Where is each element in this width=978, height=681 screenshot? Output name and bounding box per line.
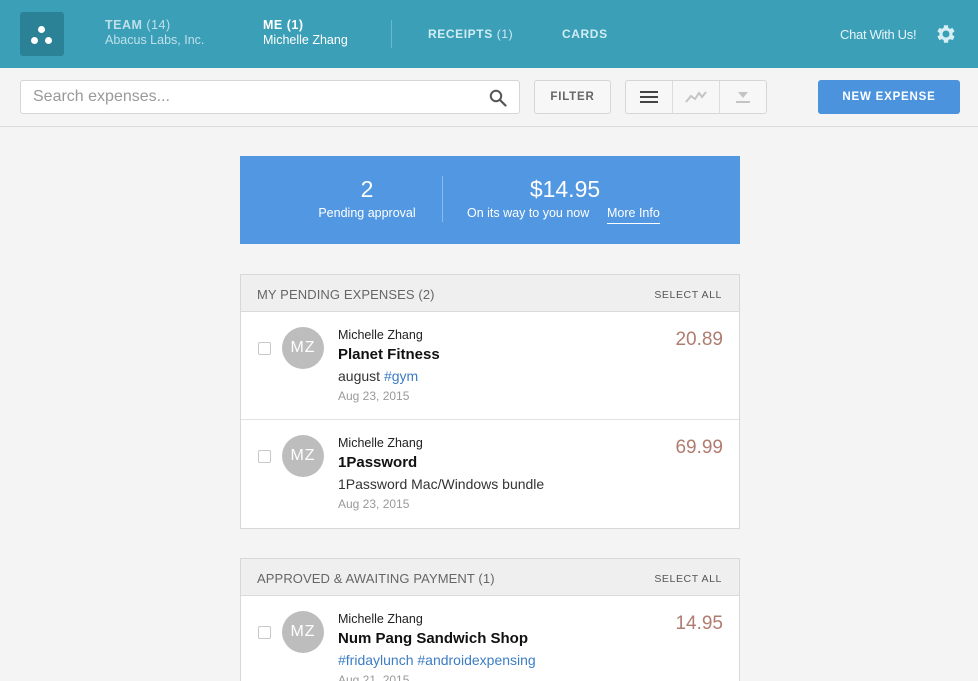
nav-team[interactable]: TEAM (14) Abacus Labs, Inc. xyxy=(105,18,204,48)
select-all-button[interactable]: SELECT ALL xyxy=(654,573,722,585)
list-view-icon xyxy=(640,91,658,103)
avatar: MZ xyxy=(282,611,324,653)
pending-label: Pending approval xyxy=(318,206,416,220)
nav-team-org: Abacus Labs, Inc. xyxy=(105,33,205,47)
section-header: MY PENDING EXPENSES (2) SELECT ALL xyxy=(241,275,739,312)
nav-team-label: TEAM xyxy=(105,18,143,32)
description-text: 1Password Mac/Windows bundle xyxy=(338,476,545,492)
reimbursement-label: On its way to you now xyxy=(467,206,590,220)
expense-description: 1Password Mac/Windows bundle xyxy=(338,476,544,492)
nav-me[interactable]: ME (1) Michelle Zhang xyxy=(263,18,348,48)
hashtag-link[interactable]: #fridaylunch #androidexpensing xyxy=(338,652,536,668)
pending-expenses-section: MY PENDING EXPENSES (2) SELECT ALL MZ Mi… xyxy=(240,274,740,529)
chat-with-us-link[interactable]: Chat With Us! xyxy=(840,27,917,42)
expense-amount: 14.95 xyxy=(675,613,723,634)
more-info-link[interactable]: More Info xyxy=(607,206,660,224)
expense-description: #fridaylunch #androidexpensing xyxy=(338,652,536,668)
submitter-name: Michelle Zhang xyxy=(338,436,423,450)
search-box xyxy=(20,80,520,114)
section-title: MY PENDING EXPENSES (2) xyxy=(257,287,435,302)
search-input[interactable] xyxy=(21,81,481,113)
toolbar: FILTER NEW EXPENSE xyxy=(0,68,978,127)
nav-divider xyxy=(391,20,392,48)
summary-divider xyxy=(442,176,443,222)
merchant-name: 1Password xyxy=(338,454,418,471)
submitter-name: Michelle Zhang xyxy=(338,328,423,342)
expense-description: august #gym xyxy=(338,368,418,384)
download-icon xyxy=(736,92,750,103)
nav-team-count: (14) xyxy=(146,18,171,32)
nav-receipts[interactable]: RECEIPTS (1) xyxy=(428,27,513,41)
filter-button[interactable]: FILTER xyxy=(534,80,611,114)
list-view-button[interactable] xyxy=(626,81,672,113)
merchant-name: Num Pang Sandwich Shop xyxy=(338,630,529,647)
approved-expenses-section: APPROVED & AWAITING PAYMENT (1) SELECT A… xyxy=(240,558,740,681)
section-header: APPROVED & AWAITING PAYMENT (1) SELECT A… xyxy=(241,559,739,596)
row-checkbox[interactable] xyxy=(258,626,271,639)
avatar: MZ xyxy=(282,435,324,477)
merchant-name: Planet Fitness xyxy=(338,346,440,363)
expense-date: Aug 23, 2015 xyxy=(338,389,410,403)
pending-count: 2 xyxy=(360,176,374,202)
expense-row[interactable]: MZ Michelle Zhang Planet Fitness august … xyxy=(241,312,739,420)
expense-row[interactable]: MZ Michelle Zhang Num Pang Sandwich Shop… xyxy=(241,596,739,681)
new-expense-button[interactable]: NEW EXPENSE xyxy=(818,80,960,114)
section-title: APPROVED & AWAITING PAYMENT (1) xyxy=(257,571,495,586)
select-all-button[interactable]: SELECT ALL xyxy=(654,289,722,301)
chart-view-button[interactable] xyxy=(672,81,719,113)
gear-icon[interactable] xyxy=(933,22,957,46)
nav-receipts-label: RECEIPTS xyxy=(428,27,493,41)
search-icon[interactable] xyxy=(489,89,507,107)
abacus-logo-icon[interactable] xyxy=(20,12,64,56)
nav-me-label: ME (1) xyxy=(263,18,304,32)
row-checkbox[interactable] xyxy=(258,450,271,463)
nav-receipts-count: (1) xyxy=(496,27,514,41)
expense-date: Aug 23, 2015 xyxy=(338,497,410,511)
expense-date: Aug 21, 2015 xyxy=(338,673,410,681)
row-checkbox[interactable] xyxy=(258,342,271,355)
nav-me-name: Michelle Zhang xyxy=(263,33,348,47)
expense-row[interactable]: MZ Michelle Zhang 1Password 1Password Ma… xyxy=(241,420,739,528)
expense-amount: 69.99 xyxy=(675,437,723,458)
hashtag-link[interactable]: #gym xyxy=(384,368,418,384)
reimbursement-amount: $14.95 xyxy=(529,176,601,202)
summary-banner: 2 Pending approval $14.95 On its way to … xyxy=(240,156,740,244)
chart-view-icon xyxy=(685,91,707,103)
download-button[interactable] xyxy=(719,81,766,113)
avatar: MZ xyxy=(282,327,324,369)
submitter-name: Michelle Zhang xyxy=(338,612,423,626)
view-toggle-group xyxy=(625,80,767,114)
expense-amount: 20.89 xyxy=(675,329,723,350)
nav-cards[interactable]: CARDS xyxy=(562,27,608,41)
description-text: august xyxy=(338,368,384,384)
top-nav-bar: TEAM (14) Abacus Labs, Inc. ME (1) Miche… xyxy=(0,0,978,68)
